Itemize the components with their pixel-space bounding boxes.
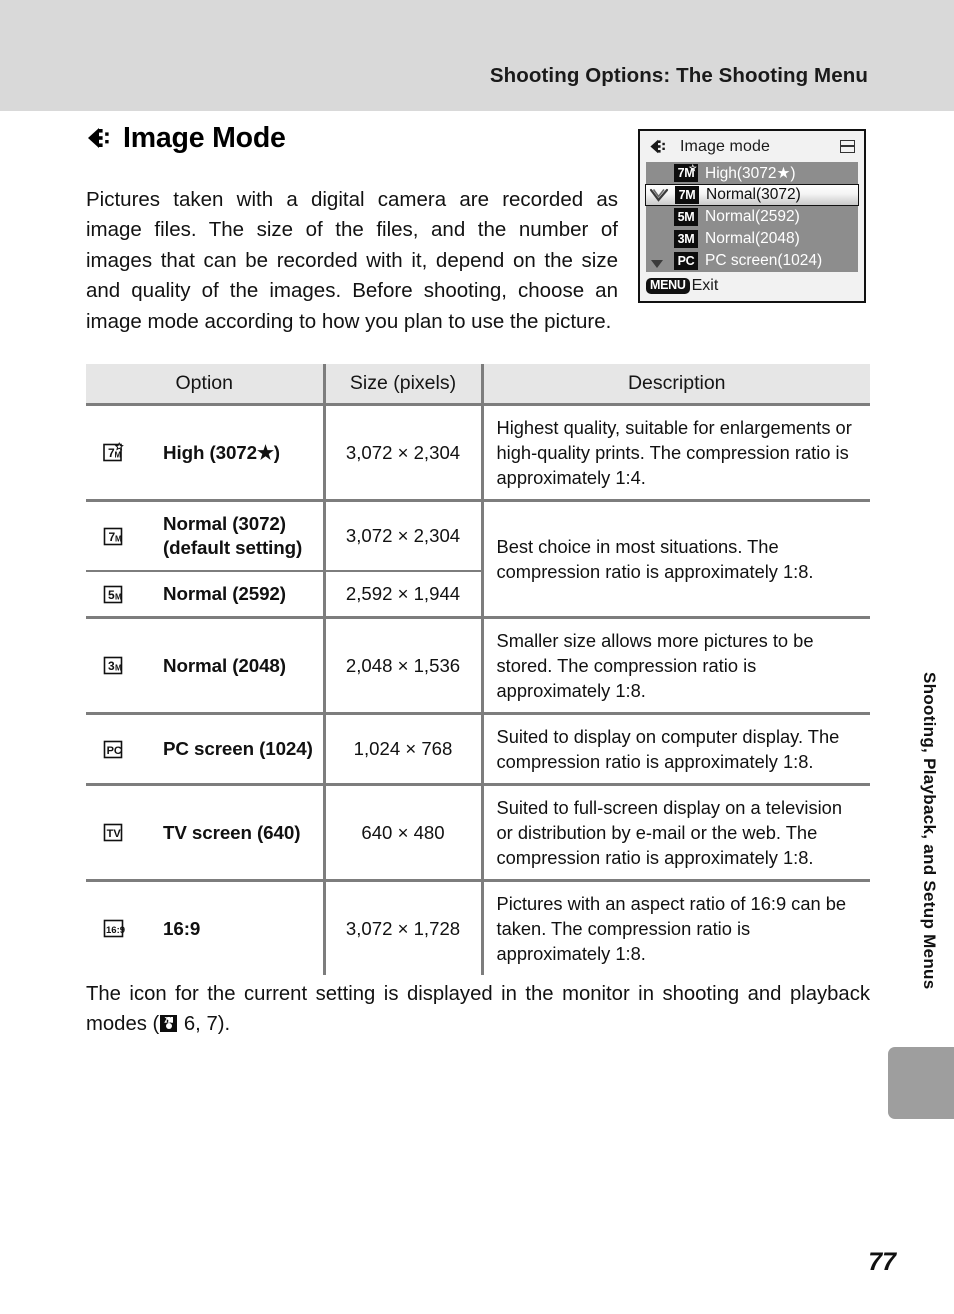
closing-paragraph: The icon for the current setting is disp… [86,979,870,1039]
svg-text:16:9: 16:9 [106,925,125,936]
table-row: TV TV screen (640) 640 × 480 Suited to f… [86,783,870,881]
camera-menu-bottombar: MENU Exit [640,272,864,299]
size-cell: 2,592 × 1,944 [322,570,482,618]
camera-menu-item-label: PC screen(1024) [705,252,823,269]
running-header-title: Shooting Options: The Shooting Menu [489,64,868,87]
pc-badge-icon: PC [674,252,698,270]
svg-text:M: M [115,534,122,543]
option-label: 16:9 [163,917,201,939]
size-cell: 3,072 × 2,304 [322,403,482,501]
description-cell: Pictures with an aspect ratio of 16:9 ca… [480,879,870,975]
16-9-icon: 16:9 [103,918,126,939]
option-cell: PC PC screen (1024) [86,712,324,785]
size-cell: 3,072 × 2,304 [322,499,482,571]
5m-badge-icon: 5M [674,208,698,226]
svg-text:3: 3 [108,659,115,673]
table-row: 7 M Normal (3072) (default setting) 3,07… [86,499,870,618]
exit-label: Exit [691,276,719,294]
side-tab-label: Shooting, Playback, and Setup Menus [920,672,939,990]
option-label: Normal (2048) [163,654,286,676]
3m-icon: 3 M [103,655,126,676]
page-content: Image Mode Pictures taken with a digital… [86,118,870,1035]
camera-menu-item[interactable]: 5M Normal(2592) [646,206,858,228]
option-cell: 7 M Normal (3072) (default setting) [86,499,324,571]
3m-badge-icon: 3M [674,230,698,248]
camera-menu-item[interactable]: 3M Normal(2048) [646,228,858,250]
column-header-option: Option [86,364,324,405]
option-label: TV screen (640) [163,821,301,843]
image-mode-icon [86,127,112,149]
camera-menu-titlebar: Image mode [640,131,864,162]
camera-menu-screenshot: Image mode 7 M ☆ High(3072★) 7M Normal(307… [638,129,866,303]
option-cell: 3 M Normal (2048) [86,616,324,714]
table-row: 3 M Normal (2048) 2,048 × 1,536 Smaller … [86,616,870,714]
side-tab-marker [888,1047,954,1119]
camera-menu-item-label: Normal(3072) [706,186,801,203]
camera-menu-item-selected[interactable]: 7M Normal(3072) [645,184,859,206]
svg-text:TV: TV [107,828,122,840]
camera-menu-item-label: Normal(2592) [705,208,800,225]
table-header-row: Option Size (pixels) Description [86,364,870,405]
column-header-size: Size (pixels) [322,364,482,405]
description-cell: Suited to display on computer display. T… [480,712,870,785]
option-cell: 5 M Normal (2592) [86,570,324,618]
table-row: PC PC screen (1024) 1,024 × 768 Suited t… [86,712,870,785]
camera-menu-item-label: High(3072★) [705,164,796,182]
page-number: 77 [868,1248,896,1276]
option-cell: TV TV screen (640) [86,783,324,881]
7m-icon: 7 M [103,526,126,547]
description-cell: Highest quality, suitable for enlargemen… [480,403,870,501]
memory-card-icon [840,140,855,153]
camera-menu-item-label: Normal(2048) [705,230,800,247]
svg-text:PC: PC [107,745,122,757]
size-cell: 1,024 × 768 [322,712,482,785]
table-row: 16:9 16:9 3,072 × 1,728 Pictures with an… [86,879,870,975]
page-header: Shooting Options: The Shooting Menu [0,0,954,111]
7m-star-icon: 7 M [103,442,126,463]
size-cell: 2,048 × 1,536 [322,616,482,714]
option-label: Normal (2592) [163,583,286,604]
option-label: High (3072★) [163,441,280,463]
camera-menu-item[interactable]: PC PC screen(1024) [646,250,858,272]
description-cell: Suited to full-screen display on a telev… [480,783,870,881]
7m-star-badge-icon: 7 M ☆ [674,164,698,182]
table-row: 7 M High (3072★) 3,072 × 2,304 Highest q… [86,403,870,501]
intro-paragraph: Pictures taken with a digital camera are… [86,187,618,333]
svg-text:M: M [115,664,122,673]
column-header-description: Description [480,364,870,405]
svg-text:M: M [115,451,122,460]
7m-badge-icon: 7M [675,186,699,204]
option-cell: 16:9 16:9 [86,879,324,975]
svg-text:M: M [115,592,122,601]
option-label: PC screen (1024) [163,738,313,759]
camera-menu-item[interactable]: 7 M ☆ High(3072★) [646,162,858,184]
option-cell: 7 M High (3072★) [86,403,324,501]
size-cell: 640 × 480 [322,783,482,881]
checkmark-icon [649,188,669,203]
size-cell: 3,072 × 1,728 [322,879,482,975]
description-cell: Best choice in most situations. The comp… [480,499,870,618]
image-mode-icon [649,139,668,154]
scroll-down-icon[interactable] [651,260,663,268]
camera-menu-list[interactable]: 7 M ☆ High(3072★) 7M Normal(3072) 5M Norma… [645,162,859,272]
image-mode-options-table: Option Size (pixels) Description 7 M Hig… [86,364,870,975]
closing-text-after: 6, 7). [178,1013,231,1036]
page-title: Image Mode [123,121,286,154]
reference-book-icon [160,1015,178,1033]
camera-menu-title: Image mode [680,137,770,155]
svg-text:5: 5 [108,588,115,602]
tv-icon: TV [103,822,126,843]
pc-icon: PC [103,739,126,760]
description-cell: Smaller size allows more pictures to be … [480,616,870,714]
option-label: Normal (3072) (default setting) [163,513,303,558]
menu-button-badge: MENU [646,277,690,294]
5m-icon: 5 M [103,584,126,605]
